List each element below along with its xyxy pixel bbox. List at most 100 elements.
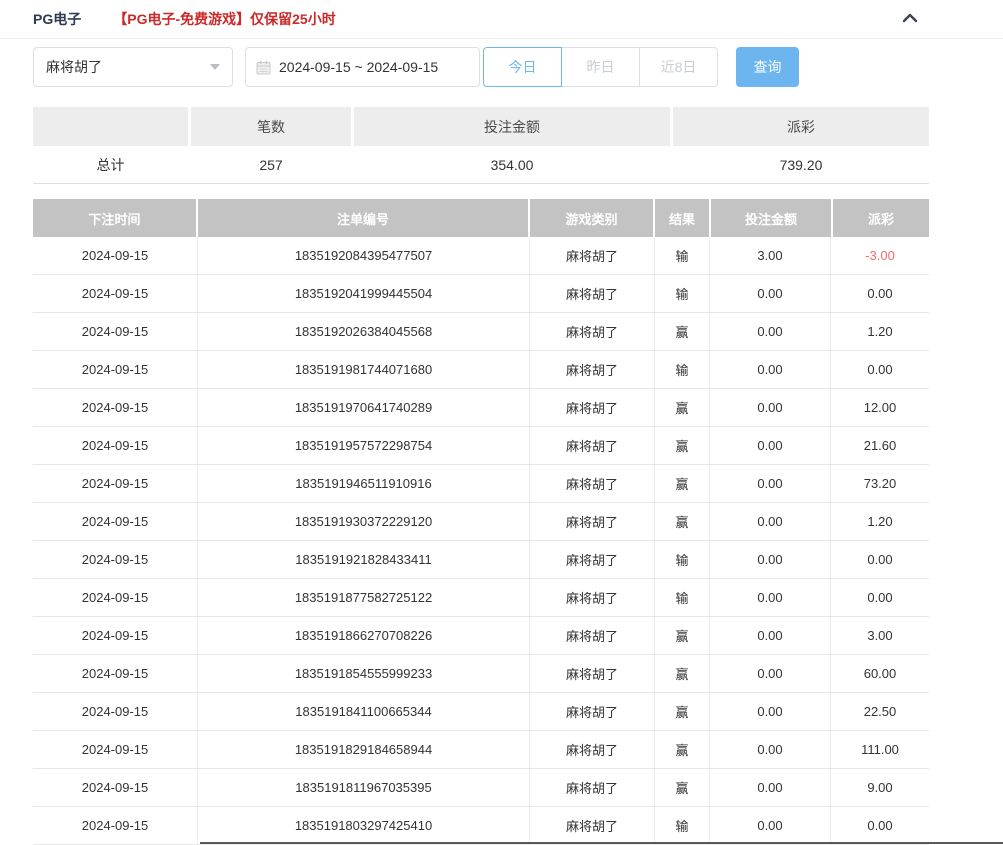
cell-bet-id: 1835191841100665344 (198, 693, 530, 730)
cell-bet-id: 1835192026384045568 (198, 313, 530, 350)
table-row: 2024-09-15 1835191946511910916 麻将胡了 赢 0.… (33, 465, 929, 503)
cell-result: 输 (655, 237, 710, 274)
cell-bet-time: 2024-09-15 (33, 503, 198, 540)
cell-bet-id: 1835192084395477507 (198, 237, 530, 274)
cell-payout: 21.60 (831, 427, 929, 464)
cell-game-type: 麻将胡了 (530, 655, 655, 692)
summary-total-payout: 739.20 (673, 146, 929, 183)
cell-payout: 60.00 (831, 655, 929, 692)
table-row: 2024-09-15 1835191921828433411 麻将胡了 输 0.… (33, 541, 929, 579)
cell-bet-amount: 0.00 (710, 465, 831, 502)
cell-bet-amount: 0.00 (710, 731, 831, 768)
table-row: 2024-09-15 1835191829184658944 麻将胡了 赢 0.… (33, 731, 929, 769)
cell-bet-time: 2024-09-15 (33, 617, 198, 654)
cell-game-type: 麻将胡了 (530, 617, 655, 654)
cell-bet-amount: 0.00 (710, 313, 831, 350)
cell-bet-amount: 0.00 (710, 807, 831, 844)
bet-table-header-row: 下注时间 注单编号 游戏类别 结果 投注金额 派彩 (33, 199, 929, 237)
cell-payout: 0.00 (831, 807, 929, 844)
cell-bet-amount: 0.00 (710, 389, 831, 426)
cell-game-type: 麻将胡了 (530, 541, 655, 578)
chevron-up-icon (901, 11, 919, 25)
table-row: 2024-09-15 1835191811967035395 麻将胡了 赢 0.… (33, 769, 929, 807)
cell-bet-amount: 0.00 (710, 579, 831, 616)
cell-result: 赢 (655, 693, 710, 730)
cell-game-type: 麻将胡了 (530, 275, 655, 312)
cell-bet-amount: 0.00 (710, 503, 831, 540)
bet-records-table: 下注时间 注单编号 游戏类别 结果 投注金额 派彩 2024-09-15 183… (33, 199, 929, 845)
table-row: 2024-09-15 1835191930372229120 麻将胡了 赢 0.… (33, 503, 929, 541)
col-header-game-type: 游戏类别 (530, 199, 653, 237)
cell-bet-id: 1835191957572298754 (198, 427, 530, 464)
date-range-input[interactable]: 2024-09-15 ~ 2024-09-15 (245, 47, 480, 87)
date-range-value: 2024-09-15 ~ 2024-09-15 (279, 59, 438, 75)
cell-bet-time: 2024-09-15 (33, 237, 198, 274)
cell-bet-time: 2024-09-15 (33, 541, 198, 578)
cell-payout: 73.20 (831, 465, 929, 502)
summary-header-blank (33, 107, 188, 146)
cell-result: 赢 (655, 617, 710, 654)
cell-result: 赢 (655, 769, 710, 806)
cell-game-type: 麻将胡了 (530, 351, 655, 388)
cell-bet-amount: 0.00 (710, 427, 831, 464)
cell-result: 输 (655, 541, 710, 578)
collapse-button[interactable] (899, 7, 921, 29)
summary-total-label: 总计 (33, 146, 188, 183)
table-row: 2024-09-15 1835192084395477507 麻将胡了 输 3.… (33, 237, 929, 275)
cell-payout: 0.00 (831, 541, 929, 578)
quick-date-button-group: 今日 昨日 近8日 (483, 47, 718, 87)
cell-result: 赢 (655, 389, 710, 426)
quick-button-yesterday[interactable]: 昨日 (561, 47, 640, 87)
cell-payout: -3.00 (831, 237, 929, 274)
col-header-bet-time: 下注时间 (33, 199, 196, 237)
filter-bar: 麻将胡了 2024-09-15 ~ 2024-09-15 今日 昨日 近8日 查… (33, 47, 799, 87)
calendar-icon (256, 60, 271, 75)
cell-bet-time: 2024-09-15 (33, 693, 198, 730)
cell-payout: 12.00 (831, 389, 929, 426)
summary-header-bet-amount: 投注金额 (354, 107, 670, 146)
cell-bet-amount: 0.00 (710, 541, 831, 578)
page-title: PG电子 (33, 9, 81, 29)
cell-game-type: 麻将胡了 (530, 389, 655, 426)
cell-bet-amount: 0.00 (710, 693, 831, 730)
cell-payout: 0.00 (831, 351, 929, 388)
cell-result: 赢 (655, 465, 710, 502)
cell-game-type: 麻将胡了 (530, 807, 655, 844)
cell-bet-id: 1835191803297425410 (198, 807, 530, 844)
header-divider (0, 38, 1003, 39)
search-button[interactable]: 查询 (736, 47, 799, 87)
table-row: 2024-09-15 1835191957572298754 麻将胡了 赢 0.… (33, 427, 929, 465)
table-row: 2024-09-15 1835192026384045568 麻将胡了 赢 0.… (33, 313, 929, 351)
table-row: 2024-09-15 1835191981744071680 麻将胡了 输 0.… (33, 351, 929, 389)
cell-game-type: 麻将胡了 (530, 693, 655, 730)
summary-total-count: 257 (191, 146, 351, 183)
summary-table: 笔数 投注金额 派彩 总计 257 354.00 739.20 (33, 107, 929, 184)
summary-header-row: 笔数 投注金额 派彩 (33, 107, 929, 146)
table-row: 2024-09-15 1835191841100665344 麻将胡了 赢 0.… (33, 693, 929, 731)
cell-result: 赢 (655, 427, 710, 464)
cell-bet-amount: 0.00 (710, 275, 831, 312)
cell-result: 赢 (655, 503, 710, 540)
summary-header-payout: 派彩 (673, 107, 929, 146)
cell-payout: 1.20 (831, 503, 929, 540)
cell-bet-id: 1835191866270708226 (198, 617, 530, 654)
quick-button-today[interactable]: 今日 (483, 47, 562, 87)
game-type-select[interactable]: 麻将胡了 (33, 47, 233, 87)
cell-game-type: 麻将胡了 (530, 503, 655, 540)
cell-payout: 3.00 (831, 617, 929, 654)
cell-bet-time: 2024-09-15 (33, 351, 198, 388)
cell-bet-id: 1835191811967035395 (198, 769, 530, 806)
cell-bet-id: 1835192041999445504 (198, 275, 530, 312)
cell-result: 赢 (655, 313, 710, 350)
quick-button-last8days[interactable]: 近8日 (639, 47, 718, 87)
cell-bet-id: 1835191921828433411 (198, 541, 530, 578)
cell-bet-amount: 0.00 (710, 769, 831, 806)
cell-game-type: 麻将胡了 (530, 579, 655, 616)
cell-game-type: 麻将胡了 (530, 427, 655, 464)
cell-game-type: 麻将胡了 (530, 769, 655, 806)
cell-payout: 22.50 (831, 693, 929, 730)
retention-notice: 【PG电子-免费游戏】仅保留25小时 (113, 9, 335, 29)
cell-result: 输 (655, 579, 710, 616)
cell-result: 输 (655, 275, 710, 312)
col-header-bet-id: 注单编号 (198, 199, 528, 237)
